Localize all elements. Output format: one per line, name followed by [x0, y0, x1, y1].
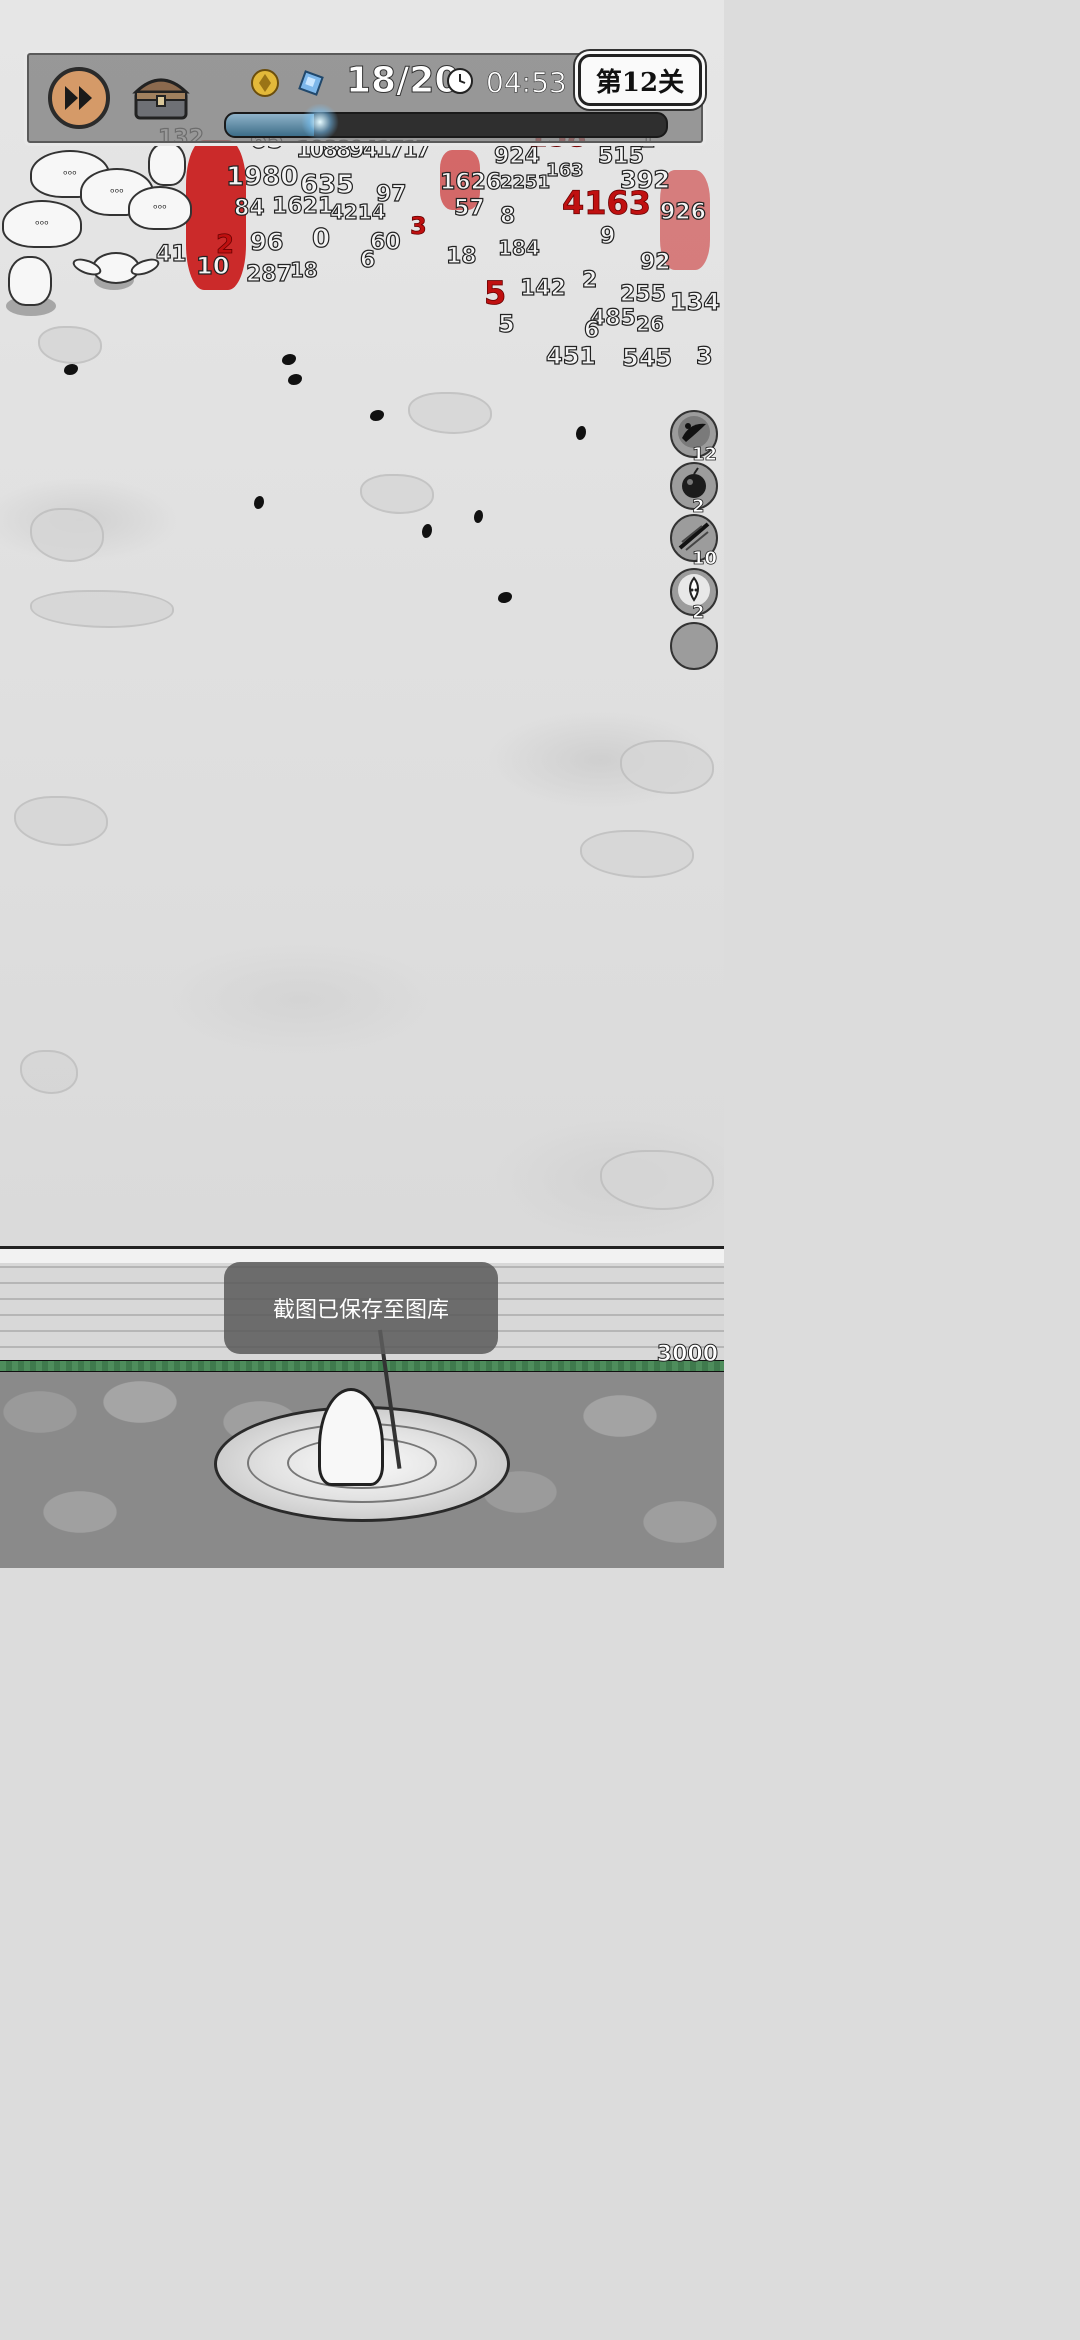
- ground-stone: [38, 326, 102, 364]
- progress-glow: [300, 104, 340, 140]
- ghost-enemy: ᵒᵒᵒ: [2, 200, 82, 248]
- wave-counter: 18/20: [345, 60, 459, 102]
- base-hp-bar: [0, 1360, 724, 1372]
- treasure-chest-icon: [132, 78, 190, 120]
- screenshot-saved-toast: 截图已保存至图库: [224, 1262, 498, 1354]
- ground-stone: [600, 1150, 714, 1210]
- ground-stone: [30, 590, 174, 628]
- wave-current: 18: [345, 60, 397, 102]
- base-hp-value: 3000: [656, 1342, 718, 1368]
- skill-charge-count: 2: [692, 602, 705, 624]
- empty-skill-slot[interactable]: [670, 622, 718, 670]
- ground-stone: [30, 508, 104, 562]
- gold-coin-icon: [251, 69, 279, 97]
- burning-enemy: [186, 140, 246, 290]
- ground-stone: [360, 474, 434, 514]
- speed-up-button[interactable]: [48, 67, 110, 129]
- wave-separator: /: [396, 60, 410, 102]
- spiky-enemy: [8, 256, 52, 306]
- burning-enemy: [660, 170, 710, 270]
- treasure-chest-button[interactable]: [130, 72, 192, 122]
- ghost-enemy: ᵒᵒᵒ: [128, 186, 192, 230]
- rabbit-enemy: [92, 252, 140, 284]
- skill-charge-count: 10: [692, 548, 718, 570]
- timer-text: 04:53: [486, 66, 567, 100]
- level-badge: 第12关: [578, 54, 702, 106]
- ground-stone: [408, 392, 492, 434]
- ground-stone: [580, 830, 694, 878]
- wave-progress-bar: [224, 112, 668, 138]
- blue-gem-icon: [298, 70, 324, 96]
- ground-stone: [20, 1050, 78, 1094]
- ground-stone: [14, 796, 108, 846]
- spiky-enemy: [148, 142, 186, 186]
- clock-icon: [447, 68, 473, 94]
- base-hp-fill: [0, 1361, 724, 1371]
- burning-enemy: [440, 150, 480, 210]
- ground-stone: [620, 740, 714, 794]
- fast-forward-icon: [65, 86, 92, 110]
- game-stage: ᵒᵒᵒ ᵒᵒᵒ ᵒᵒᵒ ᵒᵒᵒ 132 65 1088941717 924 15…: [0, 0, 724, 1568]
- wall-top-edge: [0, 1246, 724, 1263]
